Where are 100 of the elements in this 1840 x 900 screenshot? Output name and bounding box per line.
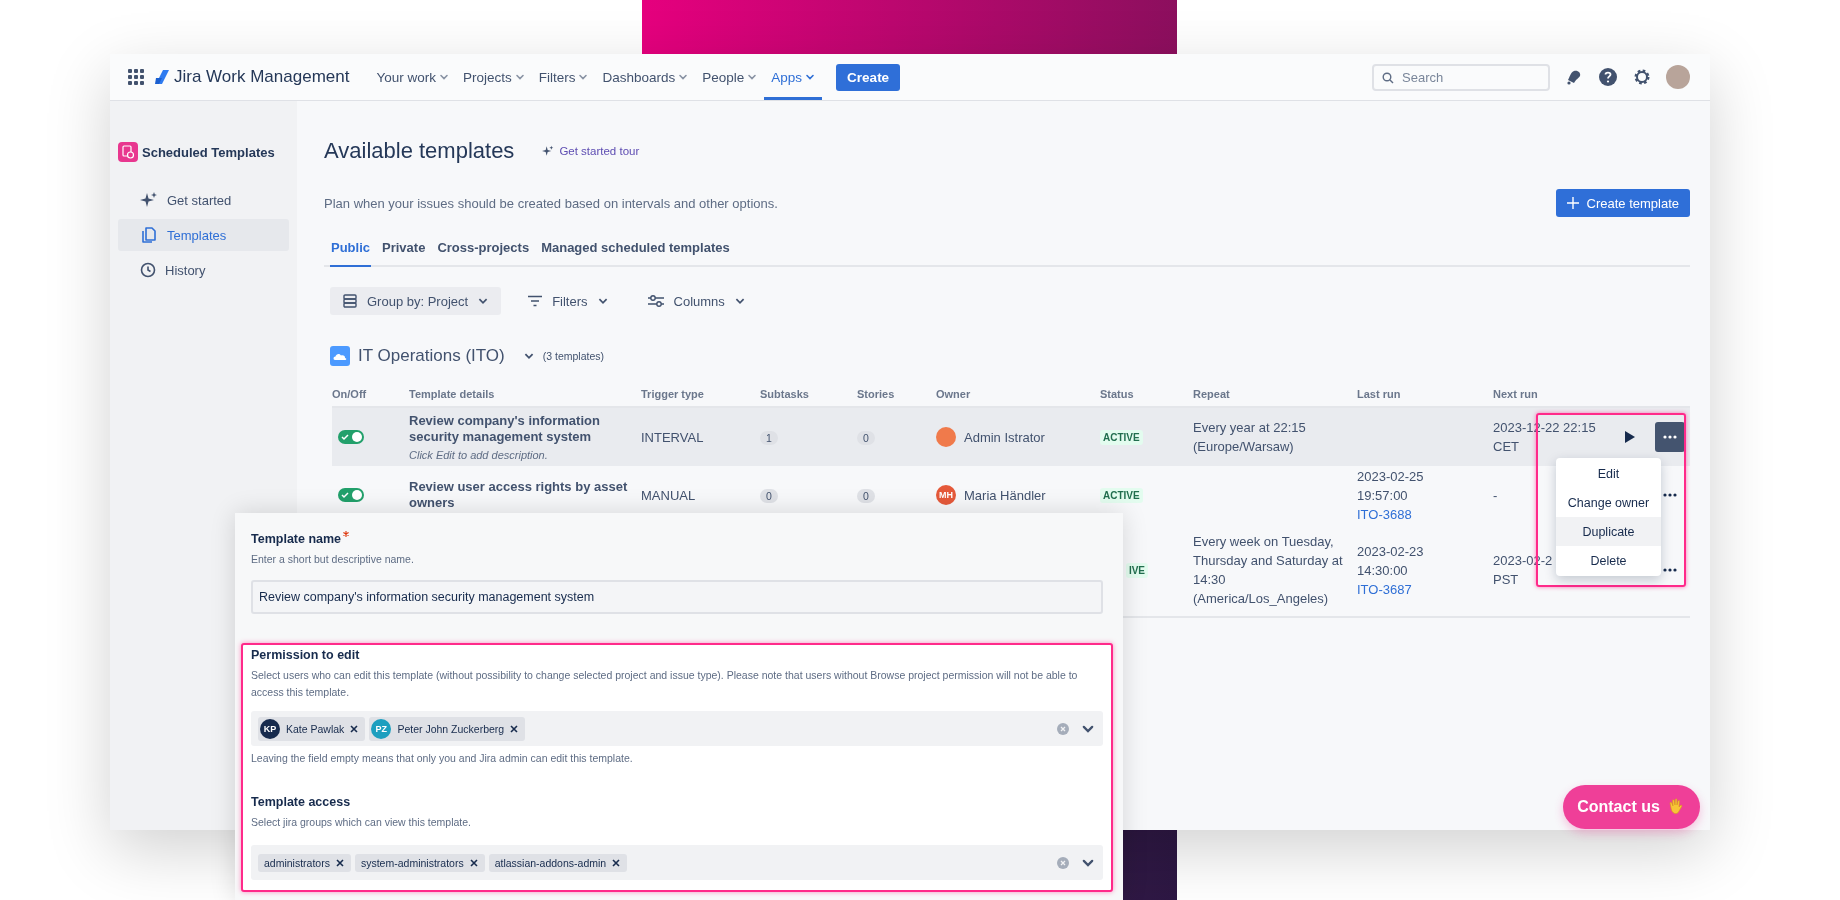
menu-item[interactable]: Change owner: [1556, 488, 1661, 517]
group-select-field[interactable]: administrators system-administrators atlassian-addons-admin: [251, 845, 1103, 880]
avatar: KP: [260, 718, 280, 739]
sidebar-item[interactable]: Templates: [118, 219, 289, 251]
issue-link[interactable]: ITO-3688: [1357, 506, 1412, 522]
nav-menu-item[interactable]: Filters: [531, 54, 596, 100]
help-icon[interactable]: [1598, 67, 1618, 87]
column-header: Trigger type: [641, 388, 705, 400]
clock-icon: [140, 262, 156, 278]
menu-item[interactable]: Duplicate: [1556, 517, 1661, 546]
tab[interactable]: Private: [381, 240, 427, 267]
contact-button[interactable]: Contact us: [1563, 785, 1700, 829]
last-run-time: 2023-02-25 19:57:00: [1357, 467, 1425, 505]
toolbar-dropdown[interactable]: Columns: [634, 287, 758, 315]
settings-icon[interactable]: [1632, 67, 1652, 87]
time-zone: PST: [1493, 571, 1520, 589]
column-header: Status: [1100, 388, 1135, 400]
repeat-schedule: Every year at 22:15 (Europe/Warsaw): [1193, 419, 1307, 456]
toggle-switch[interactable]: [338, 430, 364, 444]
chevron-down-icon: [514, 72, 525, 82]
chevron-down-icon: [805, 72, 816, 82]
menu-item[interactable]: Edit: [1556, 459, 1661, 488]
field-label: Permission to edit: [251, 647, 361, 663]
app-title: Scheduled Templates: [142, 144, 275, 160]
play-icon[interactable]: [1625, 431, 1635, 443]
more-icon[interactable]: [1655, 422, 1685, 452]
tab[interactable]: Public: [330, 240, 371, 267]
sidebar-item[interactable]: Get started: [118, 184, 289, 216]
app-grid-icon[interactable]: [128, 69, 144, 85]
repeat-schedule: Every week on Tuesday, Thursday and Saturday at 14:30 (America/Los_Angeles): [1193, 533, 1344, 608]
chevron-down-icon: [747, 72, 758, 82]
issue-link[interactable]: ITO-3687: [1357, 581, 1412, 597]
group-name: IT Operations (ITO): [358, 346, 505, 366]
page-title: Available templates: [324, 138, 515, 164]
nav-menu-item[interactable]: People: [695, 54, 765, 100]
remove-icon[interactable]: [469, 858, 478, 867]
nav-menu-item[interactable]: Projects: [455, 54, 532, 100]
stack-icon: [342, 293, 358, 309]
chevron-down-icon: [678, 72, 689, 82]
avatar: PZ: [371, 718, 392, 739]
sparkle-icon: [542, 145, 555, 157]
time-zone: CET: [1493, 438, 1520, 456]
remove-icon[interactable]: [510, 724, 519, 733]
owner-name: Maria Händler: [964, 487, 1046, 503]
toolbar-dropdown[interactable]: Group by: Project: [330, 287, 502, 315]
status-badge: ACTIVE: [1100, 429, 1143, 445]
subtask-count: 0: [760, 488, 778, 503]
subtask-count: 1: [760, 430, 778, 445]
sidebar-item[interactable]: History: [118, 254, 289, 286]
menu-item[interactable]: Delete: [1556, 546, 1661, 575]
group-chip[interactable]: administrators: [258, 853, 351, 872]
product-name: Jira Work Management: [174, 67, 350, 87]
toggle-switch[interactable]: [338, 488, 364, 502]
status-badge: IVE: [1125, 562, 1148, 578]
group-chip[interactable]: atlassian-addons-admin: [488, 853, 628, 872]
create-template-button[interactable]: Create template: [1555, 189, 1690, 217]
field-note: Leaving the field empty means that only you and Jira admin can edit this template.: [251, 751, 634, 766]
chevron-down-icon: [578, 72, 589, 82]
column-header: Next run: [1493, 388, 1539, 400]
check-icon: [341, 433, 349, 441]
sliders-icon: [646, 294, 665, 308]
nav-menu-item[interactable]: Apps: [764, 54, 823, 100]
user-select-field[interactable]: KP Kate Pawlak PZ Peter John Zuckerberg: [251, 711, 1103, 746]
field-label: Template access: [251, 794, 352, 810]
toolbar-dropdown[interactable]: Filters: [515, 287, 621, 315]
plus-icon: [1566, 197, 1579, 209]
template-count: (3 templates): [542, 350, 605, 362]
check-icon: [341, 491, 349, 499]
name-input-field[interactable]: Review company's information security management system: [251, 580, 1103, 614]
remove-icon[interactable]: [335, 858, 344, 867]
search-field[interactable]: Search: [1372, 63, 1550, 91]
create-button[interactable]: Create: [836, 63, 901, 91]
remove-icon[interactable]: [612, 858, 621, 867]
nav-menu-item[interactable]: Dashboards: [595, 54, 696, 100]
nav-menu-item[interactable]: Your work: [369, 54, 456, 100]
column-header: On/Off: [332, 388, 368, 400]
tab[interactable]: Cross-projects: [436, 240, 531, 267]
search-icon: [1382, 71, 1394, 84]
chevron-down-icon: [438, 72, 449, 82]
remove-icon[interactable]: [350, 724, 359, 733]
last-run-time: 2023-02-23 14:30:00: [1357, 542, 1425, 580]
column-header: Template details: [409, 388, 496, 400]
user-chip[interactable]: KP Kate Pawlak: [258, 716, 366, 741]
app-logo-icon: [118, 142, 138, 162]
user-chip[interactable]: PZ Peter John Zuckerberg: [369, 716, 526, 741]
avatar: MH: [936, 485, 956, 505]
field-hint: Enter a short but descriptive name.: [251, 552, 415, 567]
status-badge: ACTIVE: [1100, 487, 1143, 503]
tab[interactable]: Managed scheduled templates: [540, 240, 731, 267]
cloud-icon: [330, 346, 350, 366]
column-header: Last run: [1357, 388, 1402, 400]
logo-icon: [154, 69, 170, 85]
column-header: Subtasks: [760, 388, 810, 400]
page-description: Plan when your issues should be created based on intervals and other options.: [324, 195, 778, 211]
template-title: Review user access rights by asset owners: [409, 479, 629, 511]
group-chip[interactable]: system-administrators: [354, 853, 485, 872]
template-description: Click Edit to add description.: [409, 449, 549, 461]
column-header: Stories: [857, 388, 896, 400]
next-run-time: -: [1493, 486, 1498, 505]
tour-link[interactable]: Get started tour: [542, 145, 640, 157]
